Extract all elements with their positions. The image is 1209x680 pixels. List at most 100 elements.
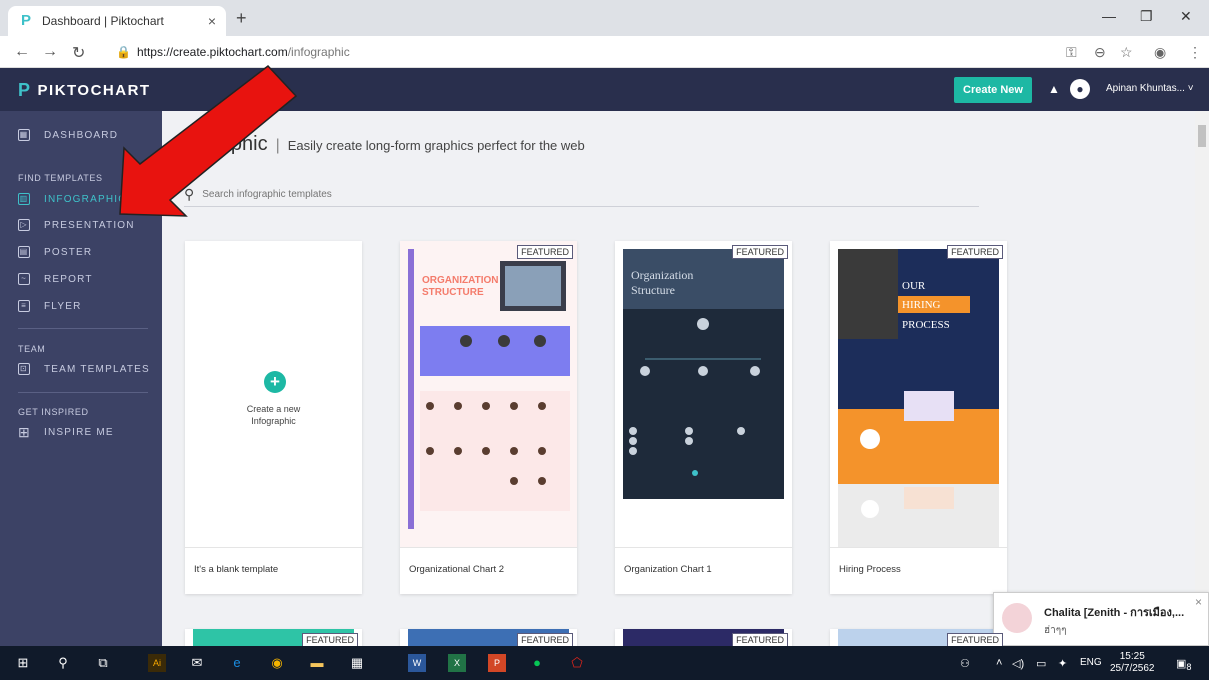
scrollbar-thumb[interactable] <box>1198 125 1206 147</box>
network-icon[interactable]: ▭ <box>1036 657 1046 670</box>
sidebar-divider <box>18 328 148 329</box>
logo-mark-icon: P <box>18 80 32 100</box>
main-content: graphic | Easily create long-form graphi… <box>162 111 1195 646</box>
powerpoint-icon[interactable]: P <box>488 654 506 672</box>
url-field[interactable]: 🔒 https://create.piktochart.com/infograph… <box>116 45 350 59</box>
sidebar-heading-team: TEAM <box>18 344 46 354</box>
featured-badge: FEATURED <box>517 633 573 646</box>
file-explorer-icon[interactable]: ▬ <box>308 654 326 672</box>
app-tray-icon[interactable]: ✦ <box>1058 657 1067 670</box>
create-new-button[interactable]: Create New <box>954 77 1032 103</box>
template-card-org-chart-1[interactable]: FEATURED Organization Structure Organiza… <box>615 241 792 594</box>
action-center-icon[interactable]: ▣8 <box>1176 657 1192 672</box>
notification-icon[interactable]: ▲ <box>1048 82 1060 96</box>
template-card-row2-4[interactable]: FEATURED <box>830 629 1007 646</box>
star-icon[interactable]: ☆ <box>1120 44 1133 61</box>
user-name: Apinan Khuntas... <box>1106 83 1185 94</box>
hiring-title-1: OUR <box>902 280 926 292</box>
edge-icon[interactable]: e <box>228 654 246 672</box>
forward-icon[interactable]: → <box>42 43 58 61</box>
reload-icon[interactable]: ↻ <box>72 43 85 63</box>
language-indicator[interactable]: ENG <box>1080 657 1102 668</box>
task-view-icon[interactable]: ⧉ <box>94 654 112 672</box>
line-icon[interactable]: ● <box>528 654 546 672</box>
hiring-title-3: PROCESS <box>902 319 950 331</box>
people-icon[interactable]: ⚇ <box>960 657 970 670</box>
illustrator-icon[interactable]: Ai <box>148 654 166 672</box>
chat-notification[interactable]: Chalita [Zenith - การเมือง,... ฮ่าๆๆ × <box>993 592 1209 646</box>
taskbar: ⊞ ⚲ ⧉ Ai ✉ e ◉ ▬ ▦ W X P ● ⬠ ⚇ ˄ ◁) ▭ ✦ … <box>0 646 1209 680</box>
scrollbar[interactable] <box>1195 111 1209 646</box>
close-window-icon[interactable]: ✕ <box>1180 8 1192 25</box>
logo-text: PIKTOCHART <box>37 82 151 99</box>
card-label: Organizational Chart 2 <box>409 564 505 575</box>
menu-dots-icon[interactable]: ⋮ <box>1188 44 1202 61</box>
user-avatar-icon[interactable]: ● <box>1070 79 1090 99</box>
sidebar-item-poster[interactable]: ▤ POSTER <box>18 246 92 258</box>
clock-time: 15:25 <box>1119 651 1145 662</box>
dashboard-icon: ▦ <box>18 129 30 141</box>
browser-tab[interactable]: P Dashboard | Piktochart × <box>8 6 226 36</box>
card-thumbnail: FEATURED OUR HIRING PROCESS <box>830 241 1007 547</box>
template-card-hiring-process[interactable]: FEATURED OUR HIRING PROCESS Hiring Proce… <box>830 241 1007 594</box>
blank-card-text: Create a new Infographic <box>185 403 362 427</box>
toast-close-icon[interactable]: × <box>1195 595 1202 609</box>
piktochart-favicon-icon: P <box>20 12 31 29</box>
windows-start-icon[interactable]: ⊞ <box>14 654 32 672</box>
user-menu[interactable]: Apinan Khuntas... ˅ <box>1106 83 1194 94</box>
excel-icon[interactable]: X <box>448 654 466 672</box>
clock-date: 25/7/2562 <box>1110 663 1155 674</box>
template-card-blank[interactable]: + Create a new Infographic It's a blank … <box>185 241 362 594</box>
sidebar-item-inspire-me[interactable]: ⊞ INSPIRE ME <box>18 425 114 439</box>
template-card-org-chart-2[interactable]: FEATURED ORGANIZATION STRUCTURE Organiza… <box>400 241 577 594</box>
card-thumbnail: FEATURED Organization Structure <box>615 241 792 547</box>
new-tab-button[interactable]: + <box>236 8 247 29</box>
card-thumbnail: + Create a new Infographic <box>185 241 362 547</box>
add-icon[interactable]: + <box>264 371 286 393</box>
profile-icon[interactable]: ◉ <box>1154 44 1166 61</box>
sidebar-item-flyer[interactable]: ≡ FLYER <box>18 300 82 312</box>
blank-infographic-line: Infographic <box>251 416 296 426</box>
word-icon[interactable]: W <box>408 654 426 672</box>
mail-icon[interactable]: ✉ <box>188 654 206 672</box>
chrome-icon[interactable]: ◉ <box>268 654 286 672</box>
sidebar-item-dashboard[interactable]: ▦ DASHBOARD <box>18 129 118 141</box>
tray-arrow-icon[interactable]: ˄ <box>996 657 1002 669</box>
pdf-icon[interactable]: ⬠ <box>568 654 586 672</box>
minimize-icon[interactable]: — <box>1102 8 1116 24</box>
back-icon[interactable]: ← <box>14 43 30 61</box>
volume-icon[interactable]: ◁) <box>1012 657 1024 670</box>
calculator-icon[interactable]: ▦ <box>348 654 366 672</box>
clock[interactable]: 15:25 25/7/2562 <box>1110 651 1155 675</box>
sidebar-item-team-templates[interactable]: ⊡ TEAM TEMPLATES <box>18 363 150 375</box>
blank-create-line: Create a new <box>246 404 301 414</box>
piktochart-logo[interactable]: P PIKTOCHART <box>18 80 151 101</box>
search-input[interactable] <box>202 189 603 200</box>
browser-tab-strip: P Dashboard | Piktochart × + — ❐ ✕ <box>0 0 1209 36</box>
restore-icon[interactable]: ❐ <box>1140 8 1153 25</box>
featured-badge: FEATURED <box>947 245 1003 259</box>
sidebar-item-report[interactable]: ~ REPORT <box>18 273 93 285</box>
sidebar-heading-get-inspired: GET INSPIRED <box>18 407 89 417</box>
presentation-icon: ▷ <box>18 219 30 231</box>
sidebar-item-presentation[interactable]: ▷ PRESENTATION <box>18 219 135 231</box>
card-divider <box>185 547 362 548</box>
tab-close-icon[interactable]: × <box>208 13 216 29</box>
sidebar-item-infographic[interactable]: ▥ INFOGRAPHIC <box>18 193 127 205</box>
org2-title-1: ORGANIZATION <box>422 275 498 286</box>
sidebar-divider <box>18 392 148 393</box>
page-title: graphic | Easily create long-form graphi… <box>202 133 585 156</box>
key-icon[interactable]: ⚿ <box>1066 44 1077 61</box>
search-icon[interactable]: ⚲ <box>54 654 72 672</box>
search-bar: ⚲ <box>184 183 979 207</box>
template-card-row2-3[interactable]: FEATURED <box>615 629 792 646</box>
card-divider <box>400 547 577 548</box>
template-card-row2-1[interactable]: FEATURED <box>185 629 362 646</box>
template-card-row2-2[interactable]: FEATURED <box>400 629 577 646</box>
url-host: https://create.piktochart.com <box>136 45 288 59</box>
sidebar-item-label: POSTER <box>44 246 93 258</box>
chat-avatar <box>1002 603 1032 633</box>
zoom-icon[interactable]: ⊖ <box>1094 44 1106 61</box>
featured-badge: FEATURED <box>302 633 358 646</box>
tab-title: Dashboard | Piktochart <box>42 14 164 28</box>
